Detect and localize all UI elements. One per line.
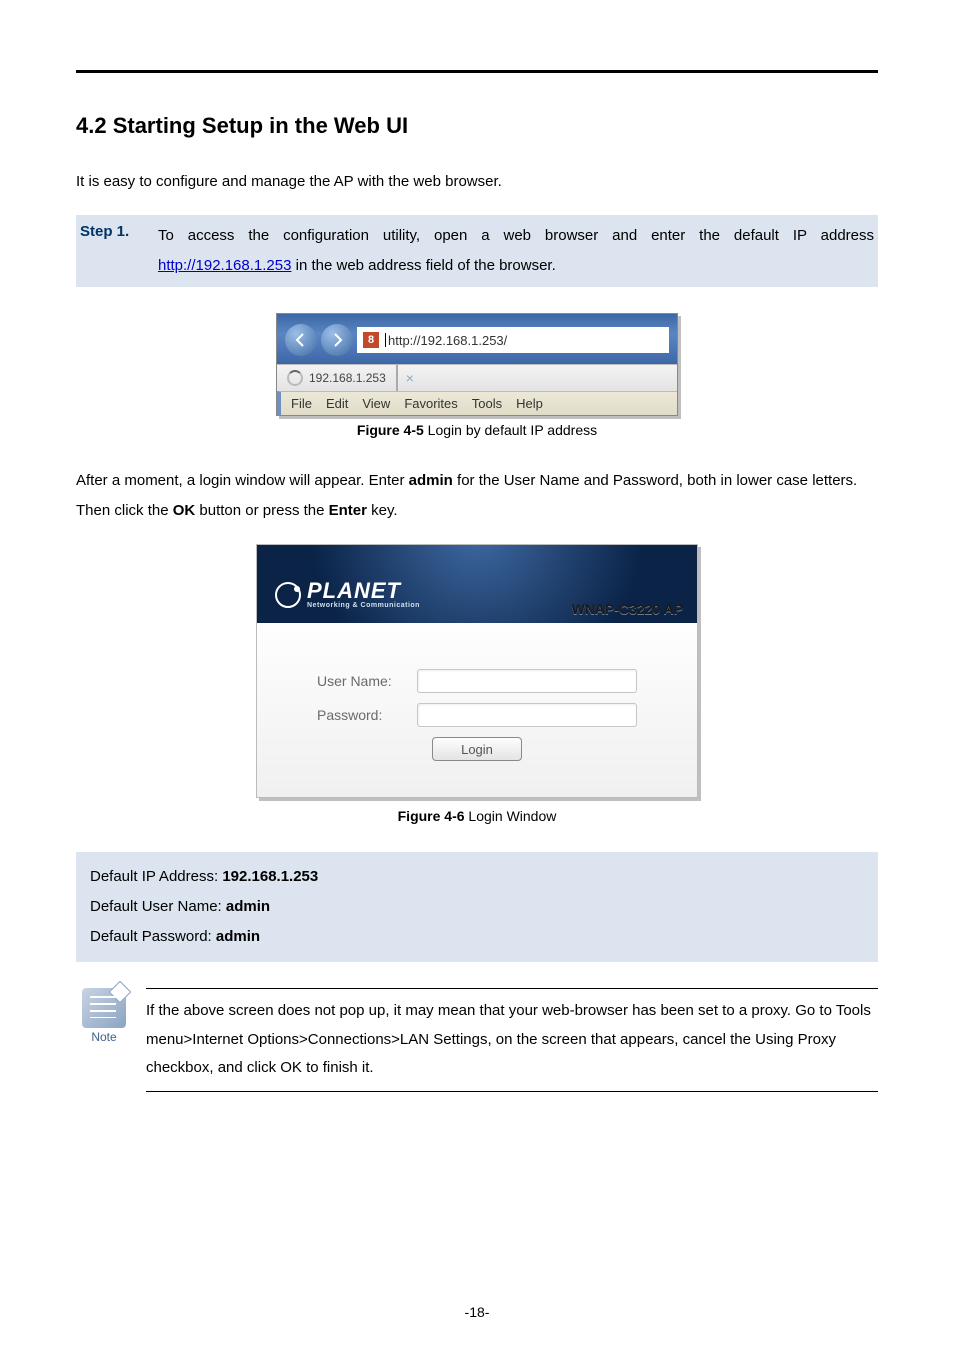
back-button-icon[interactable] — [285, 324, 317, 356]
txt-c: button or press the — [195, 502, 328, 519]
menu-favorites[interactable]: Favorites — [404, 396, 457, 411]
site-favicon-icon: 8 — [363, 332, 379, 348]
planet-tagline: Networking & Communication — [307, 602, 420, 609]
intro-paragraph: It is easy to configure and manage the A… — [76, 167, 878, 197]
step-text-after: in the web address field of the browser. — [291, 257, 555, 274]
planet-ring-icon — [275, 582, 301, 608]
after-fig1-paragraph: After a moment, a login window will appe… — [76, 466, 878, 526]
default-ip-row: Default IP Address: 192.168.1.253 — [90, 862, 864, 892]
login-form: User Name: Password: Login — [257, 623, 697, 797]
default-user-label: Default User Name: — [90, 898, 226, 915]
fig45-caption-bold: Figure 4-5 — [357, 422, 424, 438]
planet-wordmark: PLANET — [307, 580, 420, 602]
tab-close-icon[interactable]: × — [397, 365, 422, 391]
step-text-before: To access the configuration utility, ope… — [158, 227, 874, 244]
browser-menubar: File Edit View Favorites Tools Help — [277, 391, 677, 415]
password-label: Password: — [317, 707, 417, 723]
fig46-caption-rest: Login Window — [465, 808, 557, 824]
step-label: Step 1. — [76, 221, 158, 240]
note-text: If the above screen does not pop up, it … — [146, 988, 878, 1092]
menu-file[interactable]: File — [291, 396, 312, 411]
tab-title: 192.168.1.253 — [309, 371, 386, 385]
menu-tools[interactable]: Tools — [472, 396, 502, 411]
password-row: Password: — [317, 703, 637, 727]
figure-4-5-caption: Figure 4-5 Login by default IP address — [76, 422, 878, 438]
default-pw-value: admin — [216, 928, 260, 945]
figure-4-6-caption: Figure 4-6 Login Window — [76, 808, 878, 824]
note-icon: Note — [76, 988, 132, 1044]
login-button[interactable]: Login — [432, 737, 522, 761]
menu-help[interactable]: Help — [516, 396, 543, 411]
default-user-value: admin — [226, 898, 270, 915]
page: 4.2 Starting Setup in the Web UI It is e… — [0, 0, 954, 1350]
menu-view[interactable]: View — [362, 396, 390, 411]
note-row: Note If the above screen does not pop up… — [76, 988, 878, 1092]
step-text: To access the configuration utility, ope… — [158, 221, 878, 281]
planet-logo-text: PLANET Networking & Communication — [307, 580, 420, 609]
txt-admin: admin — [409, 472, 453, 489]
default-ip-value: 192.168.1.253 — [222, 868, 318, 885]
device-model: WNAP-C3220 AP — [571, 601, 683, 617]
txt-d: key. — [367, 502, 398, 519]
figure-4-5-browser: 8 http://192.168.1.253/ 192.168.1.253 × … — [276, 313, 678, 416]
figure-4-6-login-window: PLANET Networking & Communication WNAP-C… — [256, 544, 698, 798]
username-row: User Name: — [317, 669, 637, 693]
notepad-icon — [82, 988, 126, 1028]
note-label: Note — [91, 1030, 116, 1044]
txt-ok: OK — [173, 502, 196, 519]
fig45-caption-rest: Login by default IP address — [424, 422, 597, 438]
default-pw-row: Default Password: admin — [90, 922, 864, 952]
step-1-row: Step 1. To access the configuration util… — [76, 215, 878, 287]
browser-toolbar: 8 http://192.168.1.253/ — [277, 314, 677, 364]
text-cursor-icon — [385, 333, 386, 347]
login-header: PLANET Networking & Communication WNAP-C… — [257, 545, 697, 623]
browser-tab[interactable]: 192.168.1.253 — [277, 365, 397, 391]
forward-button-icon[interactable] — [321, 324, 353, 356]
page-number: -18- — [0, 1304, 954, 1320]
default-ip-link[interactable]: http://192.168.1.253 — [158, 257, 291, 274]
planet-logo: PLANET Networking & Communication — [275, 580, 420, 609]
username-input[interactable] — [417, 669, 637, 693]
section-heading: 4.2 Starting Setup in the Web UI — [76, 113, 878, 139]
top-rule — [76, 70, 878, 73]
menu-edit[interactable]: Edit — [326, 396, 348, 411]
loading-spinner-icon — [287, 370, 303, 386]
address-url-text: http://192.168.1.253/ — [388, 333, 507, 348]
defaults-box: Default IP Address: 192.168.1.253 Defaul… — [76, 852, 878, 962]
username-label: User Name: — [317, 673, 417, 689]
txt-enter: Enter — [329, 502, 367, 519]
default-user-row: Default User Name: admin — [90, 892, 864, 922]
fig46-caption-bold: Figure 4-6 — [398, 808, 465, 824]
browser-tabstrip: 192.168.1.253 × — [277, 364, 677, 391]
txt-a: After a moment, a login window will appe… — [76, 472, 409, 489]
default-ip-label: Default IP Address: — [90, 868, 222, 885]
address-bar[interactable]: 8 http://192.168.1.253/ — [357, 327, 669, 353]
default-pw-label: Default Password: — [90, 928, 216, 945]
password-input[interactable] — [417, 703, 637, 727]
